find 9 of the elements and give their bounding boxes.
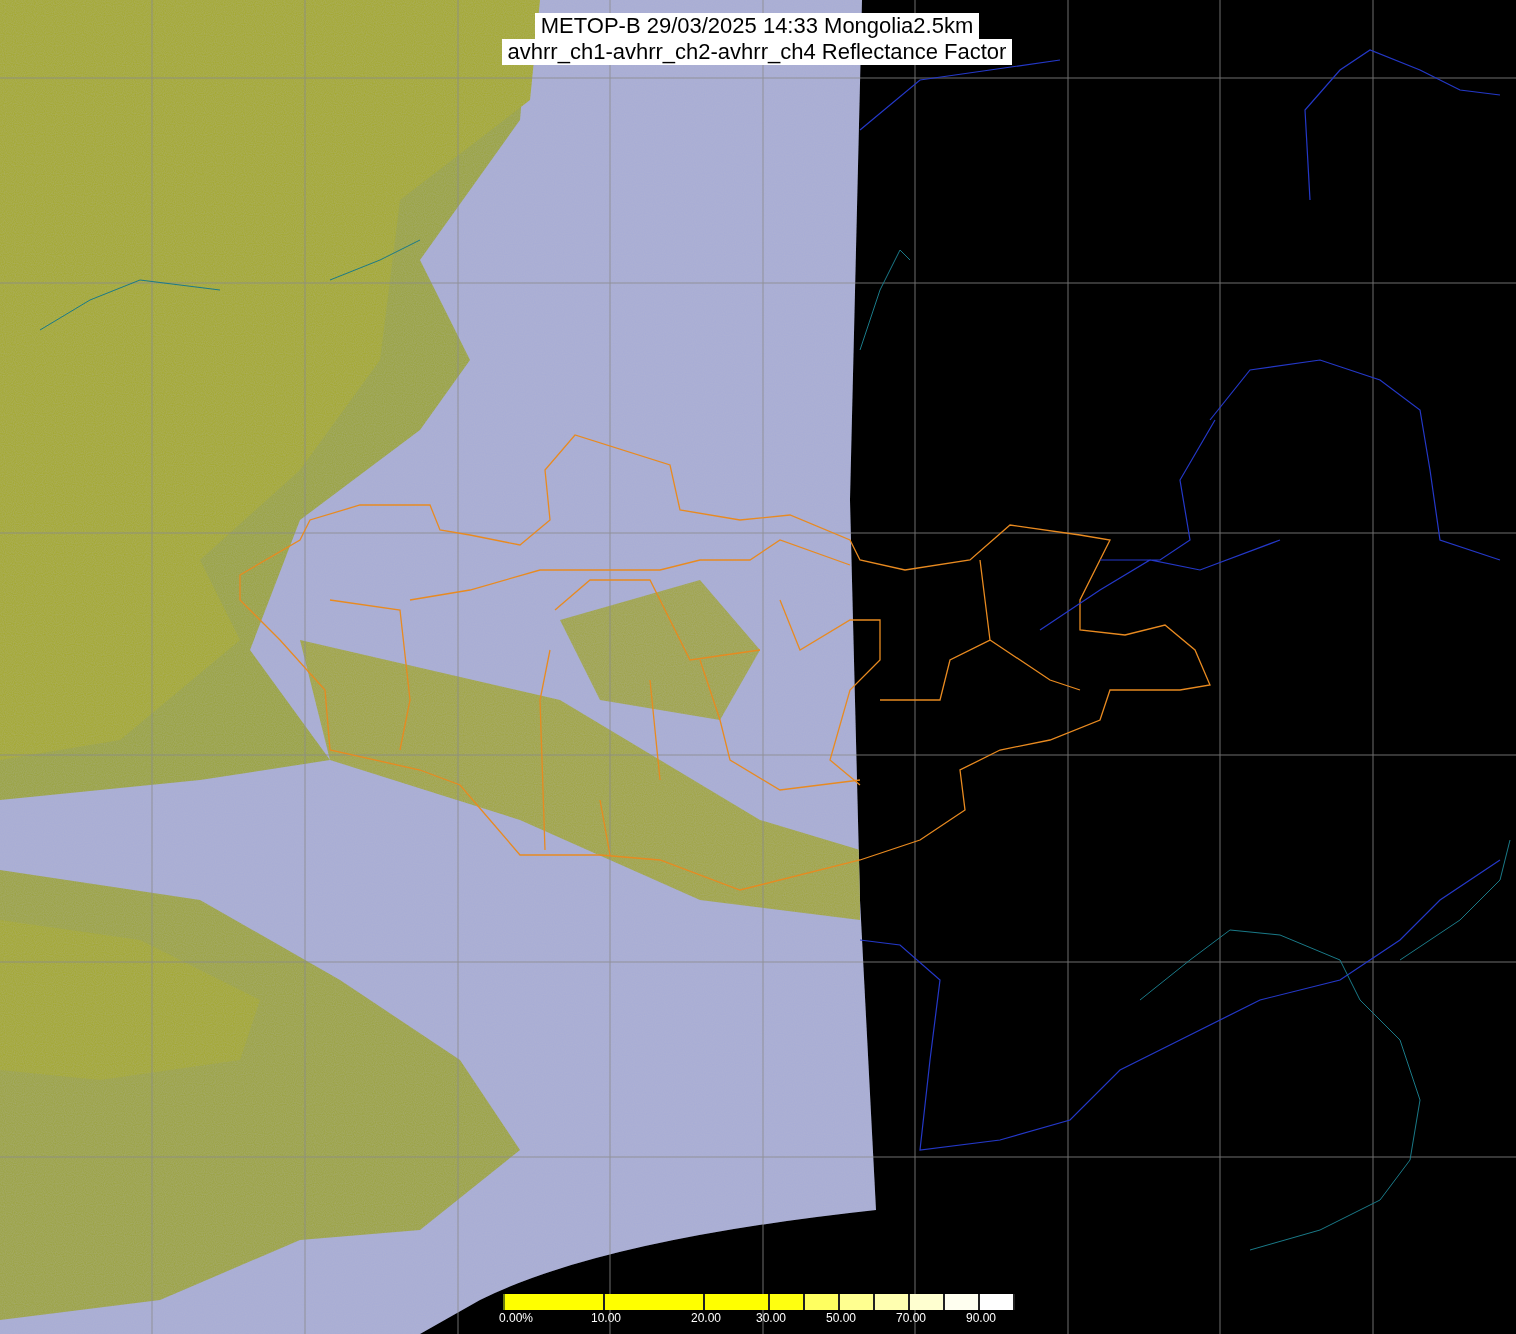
scale-tick-label: 10.00 [591, 1311, 622, 1325]
scale-tick-label: 0.00% [499, 1311, 534, 1325]
scale-tick-label: 50.00 [826, 1311, 857, 1325]
scale-tick-label: 30.00 [756, 1311, 787, 1325]
scale-tick-label: 20.00 [691, 1311, 722, 1325]
scale-tick-label: 90.00 [966, 1311, 997, 1325]
map-title: METOP-B 29/03/2025 14:33 Mongolia2.5km [534, 13, 980, 39]
map-title: avhrr_ch1-avhrr_ch2-avhrr_ch4 Reflectance Factor [501, 39, 1013, 65]
scale-tick-label: 70.00 [896, 1311, 927, 1325]
